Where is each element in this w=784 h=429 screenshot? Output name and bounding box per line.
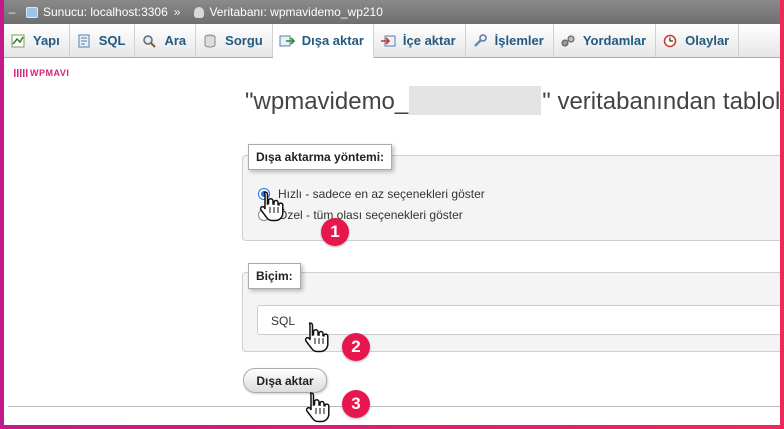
sql-icon [76,33,92,49]
tab-sql[interactable]: SQL [70,24,136,57]
logo-mark-icon [14,69,28,77]
breadcrumb-separator: » [173,5,181,19]
format-select[interactable]: SQL [257,305,780,335]
wrench-icon [472,33,488,49]
radio-custom[interactable]: Özel - tüm olası seçenekleri göster [258,208,463,222]
hand-cursor-icon [305,392,330,423]
query-icon [202,33,218,49]
tab-events[interactable]: Olaylar [656,24,740,57]
redacted-name [409,86,542,115]
tab-search[interactable]: Ara [135,24,197,57]
page-title: "wpmavidemo_" veritabanından tablolar d [245,86,780,115]
clock-icon [662,33,678,49]
divider [8,406,780,407]
database-icon [194,6,205,18]
search-icon [141,33,157,49]
tab-export[interactable]: Dışa aktar [272,24,374,58]
tab-operations[interactable]: İşlemler [466,24,554,57]
breadcrumb-server[interactable]: Sunucu: localhost:3306 [43,5,168,19]
collapse-dash[interactable]: – [6,5,18,19]
step-badge-1: 1 [321,218,349,246]
page-frame: – Sunucu: localhost:3306 » Veritabanı: w… [4,0,780,425]
tab-query[interactable]: Sorgu [196,24,273,57]
step-badge-3: 3 [342,390,370,418]
radio-quick[interactable]: Hızlı - sadece en az seçenekleri göster [258,187,485,201]
hand-cursor-icon [304,322,329,353]
server-icon [26,6,38,18]
routines-icon [560,33,576,49]
breadcrumb-database[interactable]: Veritabanı: wpmavidemo_wp210 [209,5,382,19]
structure-icon [10,33,26,49]
export-method-legend: Dışa aktarma yöntemi: [248,144,393,170]
step-badge-2: 2 [342,333,370,361]
export-icon [279,33,295,49]
import-icon [380,33,396,49]
main-tabs: Yapı SQL Ara Sorgu Dışa aktar İçe aktar … [4,24,780,58]
brand-logo: WPMAVI [14,68,69,78]
tab-routines[interactable]: Yordamlar [554,24,657,57]
hand-cursor-icon [259,191,284,222]
tab-structure[interactable]: Yapı [4,24,70,57]
server-breadcrumb-bar: – Sunucu: localhost:3306 » Veritabanı: w… [4,0,780,24]
tab-import[interactable]: İçe aktar [374,24,466,57]
format-legend: Biçim: [248,263,301,289]
